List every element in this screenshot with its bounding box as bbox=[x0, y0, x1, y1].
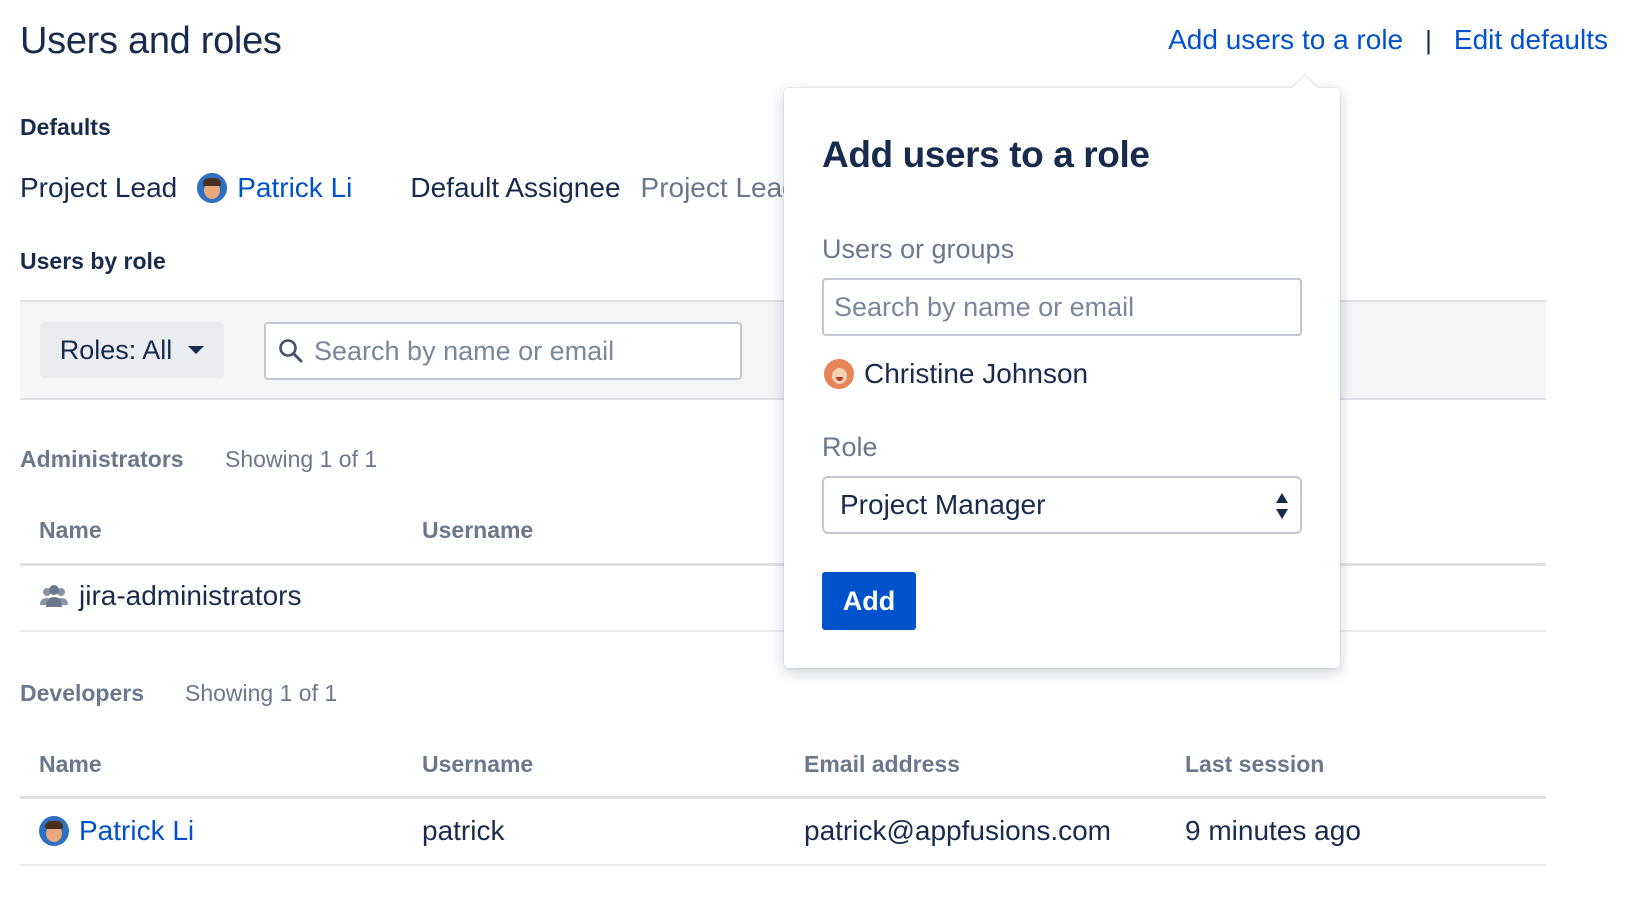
page-title: Users and roles bbox=[20, 20, 282, 62]
search-input[interactable] bbox=[314, 335, 714, 367]
column-header-name: Name bbox=[39, 517, 102, 543]
user-search-box bbox=[264, 322, 742, 380]
table-row: jira-administrators bbox=[39, 580, 302, 612]
popover-arrow bbox=[1292, 75, 1318, 101]
defaults-row: Project Lead Patrick Li Default Assignee… bbox=[20, 172, 798, 204]
users-or-groups-label: Users or groups bbox=[822, 234, 1015, 264]
default-assignee-label: Default Assignee bbox=[410, 172, 621, 203]
column-header-username: Username bbox=[422, 517, 534, 543]
divider bbox=[20, 864, 1546, 866]
default-assignee-value: Project Lead bbox=[640, 172, 798, 203]
roles-filter-label: Roles: All bbox=[59, 334, 173, 365]
group-count: Showing 1 of 1 bbox=[225, 446, 378, 472]
select-arrows-icon bbox=[1276, 493, 1288, 519]
group-title-administrators: Administrators bbox=[20, 446, 184, 472]
last-session-cell: 9 minutes ago bbox=[1185, 815, 1361, 846]
column-header-username: Username bbox=[422, 751, 534, 777]
header-actions: Add users to a role | Edit defaults bbox=[1168, 24, 1608, 56]
avatar bbox=[39, 816, 69, 846]
header-separator: | bbox=[1425, 24, 1432, 55]
role-label: Role bbox=[822, 432, 878, 462]
avatar bbox=[824, 359, 854, 389]
role-select-value: Project Manager bbox=[840, 489, 1046, 520]
group-title-developers: Developers bbox=[20, 680, 145, 706]
defaults-heading: Defaults bbox=[20, 114, 111, 140]
chevron-down-icon bbox=[188, 346, 205, 354]
column-header-name: Name bbox=[39, 751, 102, 777]
search-icon bbox=[279, 339, 303, 363]
group-icon bbox=[40, 585, 68, 607]
group-count: Showing 1 of 1 bbox=[185, 680, 338, 706]
add-users-to-role-link[interactable]: Add users to a role bbox=[1168, 24, 1403, 56]
add-button[interactable]: Add bbox=[822, 572, 916, 630]
selected-user[interactable]: Christine Johnson bbox=[824, 358, 1088, 390]
roles-filter-dropdown[interactable]: Roles: All bbox=[40, 322, 224, 378]
edit-defaults-link[interactable]: Edit defaults bbox=[1454, 24, 1608, 56]
column-header-last-session: Last session bbox=[1185, 751, 1325, 777]
project-lead-label: Project Lead bbox=[20, 172, 178, 203]
avatar bbox=[197, 173, 228, 203]
role-select[interactable]: Project Manager bbox=[822, 476, 1302, 534]
group-name: jira-administrators bbox=[79, 580, 302, 611]
selected-user-name: Christine Johnson bbox=[864, 358, 1089, 389]
user-link[interactable]: Patrick Li bbox=[79, 815, 194, 847]
table-row-name: Patrick Li bbox=[39, 815, 194, 847]
popover-title: Add users to a role bbox=[822, 134, 1150, 175]
column-header-email: Email address bbox=[804, 751, 960, 777]
username-cell: patrick bbox=[422, 815, 505, 846]
email-cell: patrick@appfusions.com bbox=[804, 815, 1112, 846]
users-or-groups-field bbox=[822, 278, 1302, 336]
project-lead-link[interactable]: Patrick Li bbox=[237, 172, 352, 204]
users-by-role-heading: Users by role bbox=[20, 248, 166, 274]
divider bbox=[20, 796, 1546, 799]
users-search-input[interactable] bbox=[834, 291, 1284, 323]
add-users-popover: Add users to a role Users or groups Chri… bbox=[784, 75, 1340, 668]
